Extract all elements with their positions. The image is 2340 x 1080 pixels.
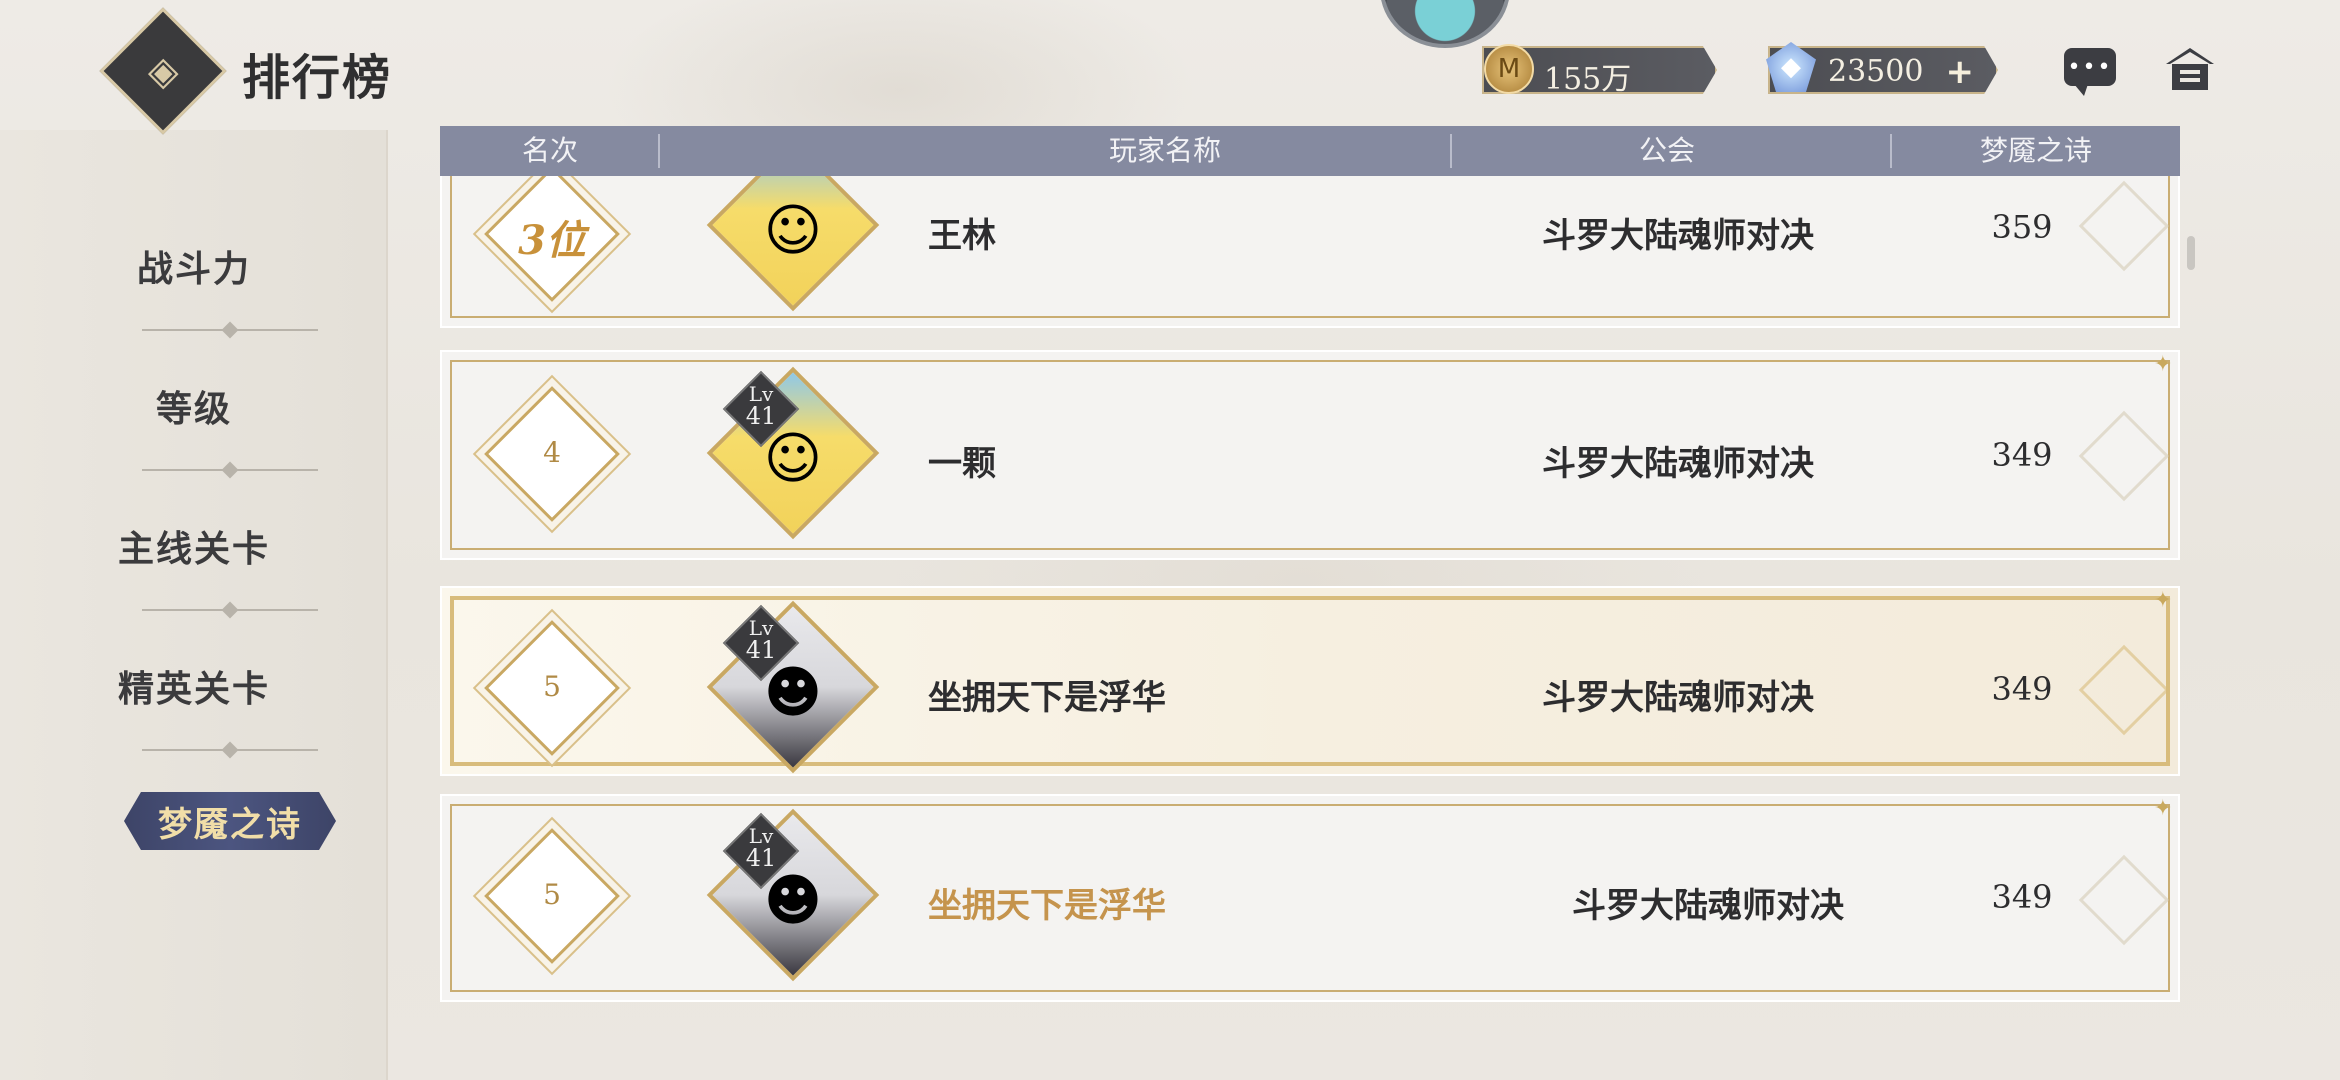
row-frame xyxy=(450,596,2170,766)
gold-coin-icon: M xyxy=(1484,44,1534,94)
ranking-list[interactable]: 3位 ☺ 王林 斗罗大陆魂师对决 359 ✦ 4 ☺ Lv 41 一颗 斗罗大陆… xyxy=(440,176,2180,1016)
score-value: 349 xyxy=(1991,436,2053,474)
corner-sparkle-icon: ✦ xyxy=(2153,796,2172,821)
player-level: 41 xyxy=(745,402,777,430)
sidebar-item-level[interactable]: 等级 xyxy=(0,380,388,432)
rank-label: 4 xyxy=(543,436,561,469)
player-level: 41 xyxy=(745,844,777,872)
rank-label: 5 xyxy=(543,670,561,703)
yellow-pet-icon: ☺ xyxy=(763,198,823,264)
home-icon[interactable] xyxy=(2164,46,2216,92)
back-button[interactable]: ◈ xyxy=(99,7,227,135)
guild-name: 斗罗大陆魂师对决 xyxy=(1572,886,1844,926)
corner-sparkle-icon: ✦ xyxy=(2153,588,2172,613)
corner-sparkle-icon: ✦ xyxy=(2153,352,2172,377)
row-frame xyxy=(450,176,2170,318)
page-title: 排行榜 xyxy=(242,50,393,106)
row-frame xyxy=(450,804,2170,992)
guild-name: 斗罗大陆魂师对决 xyxy=(1542,678,1814,718)
ranking-row-highlighted[interactable]: ✦ 5 ☻ Lv 41 坐拥天下是浮华 斗罗大陆魂师对决 349 xyxy=(440,586,2180,776)
add-gems-button[interactable]: + xyxy=(1946,52,1975,92)
sidebar-divider xyxy=(142,744,318,756)
mascot-avatar-icon[interactable] xyxy=(1380,0,1510,48)
category-sidebar: 战斗力 等级 主线关卡 精英关卡 xyxy=(0,130,388,1080)
ranking-row[interactable]: ✦ 4 ☺ Lv 41 一颗 斗罗大陆魂师对决 349 xyxy=(440,350,2180,560)
sidebar-divider xyxy=(142,464,318,476)
rank-label: 3位 xyxy=(518,217,586,264)
sidebar-divider xyxy=(142,604,318,616)
gold-value: 155万 xyxy=(1544,62,1632,97)
ranking-row[interactable]: 3位 ☺ 王林 斗罗大陆魂师对决 359 xyxy=(440,176,2180,328)
level-prefix: Lv xyxy=(748,616,774,640)
guild-name: 斗罗大陆魂师对决 xyxy=(1542,444,1814,484)
player-level: 41 xyxy=(745,636,777,664)
sidebar-item-nightmare-poem[interactable]: 梦魇之诗 xyxy=(124,792,336,850)
level-prefix: Lv xyxy=(748,824,774,848)
score-value: 349 xyxy=(1991,878,2053,916)
level-prefix: Lv xyxy=(748,382,774,406)
back-diamond-icon: ◈ xyxy=(147,47,179,94)
column-rank: 名次 xyxy=(521,134,578,167)
my-player-name: 坐拥天下是浮华 xyxy=(928,886,1166,926)
sidebar-item-elite-stage[interactable]: 精英关卡 xyxy=(0,660,388,712)
player-name: 坐拥天下是浮华 xyxy=(928,678,1166,718)
player-name: 一颗 xyxy=(928,444,996,484)
score-value: 349 xyxy=(1991,670,2053,708)
sidebar-item-combat-power[interactable]: 战斗力 xyxy=(0,240,388,292)
guild-name: 斗罗大陆魂师对决 xyxy=(1542,216,1814,256)
gem-value: 23500 xyxy=(1828,54,1924,89)
rank-label: 5 xyxy=(543,878,561,911)
list-scrollbar[interactable] xyxy=(2187,236,2195,270)
leaderboard-screen: ◈ 排行榜 155万 M 23500 + ◆ ••• 战斗力 等级 主线关卡 精… xyxy=(0,0,2340,1080)
player-name: 王林 xyxy=(928,216,996,256)
ranking-table-header: 名次 玩家名称 公会 梦魇之诗 xyxy=(440,126,2180,176)
score-value: 359 xyxy=(1991,208,2053,246)
column-guild: 公会 xyxy=(1638,134,1695,167)
sidebar-item-main-stage[interactable]: 主线关卡 xyxy=(0,520,388,572)
my-ranking-row[interactable]: ✦ 5 ☻ Lv 41 坐拥天下是浮华 斗罗大陆魂师对决 349 xyxy=(440,794,2180,1002)
column-nightmare-poem: 梦魇之诗 xyxy=(1979,134,2092,167)
sidebar-divider xyxy=(142,324,318,336)
chat-bubble-icon[interactable]: ••• xyxy=(2064,48,2116,96)
